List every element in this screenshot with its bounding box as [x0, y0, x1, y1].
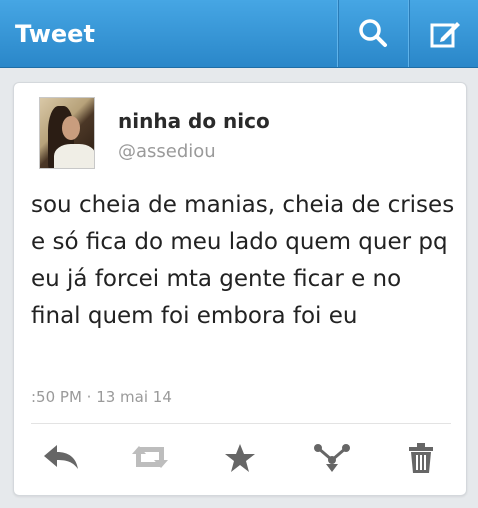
retweet-button[interactable] [128, 442, 172, 482]
favorite-button[interactable] [218, 442, 262, 482]
user-name[interactable]: ninha do nico [118, 109, 270, 133]
tweet-text: sou cheia de manias, cheia de crises e s… [31, 192, 455, 329]
reply-icon [44, 445, 78, 469]
avatar[interactable] [39, 97, 95, 169]
compose-button[interactable] [408, 0, 478, 67]
search-icon [359, 19, 387, 47]
retweet-icon [132, 446, 168, 468]
tweet-card: ninha do nico @assediou sou cheia de man… [13, 82, 467, 496]
page-title: Tweet [15, 20, 95, 48]
top-bar: Tweet [0, 0, 478, 68]
search-button[interactable] [337, 0, 407, 67]
delete-button[interactable] [399, 442, 443, 482]
divider [31, 423, 451, 424]
share-button[interactable] [310, 442, 354, 482]
tweet-timestamp: :50 PM · 13 mai 14 [31, 388, 172, 406]
share-icon [314, 444, 350, 472]
user-handle[interactable]: @assediou [118, 141, 216, 162]
compose-icon [430, 22, 460, 48]
delete-icon [409, 443, 433, 473]
favorite-icon [225, 444, 255, 472]
reply-button[interactable] [39, 442, 83, 482]
